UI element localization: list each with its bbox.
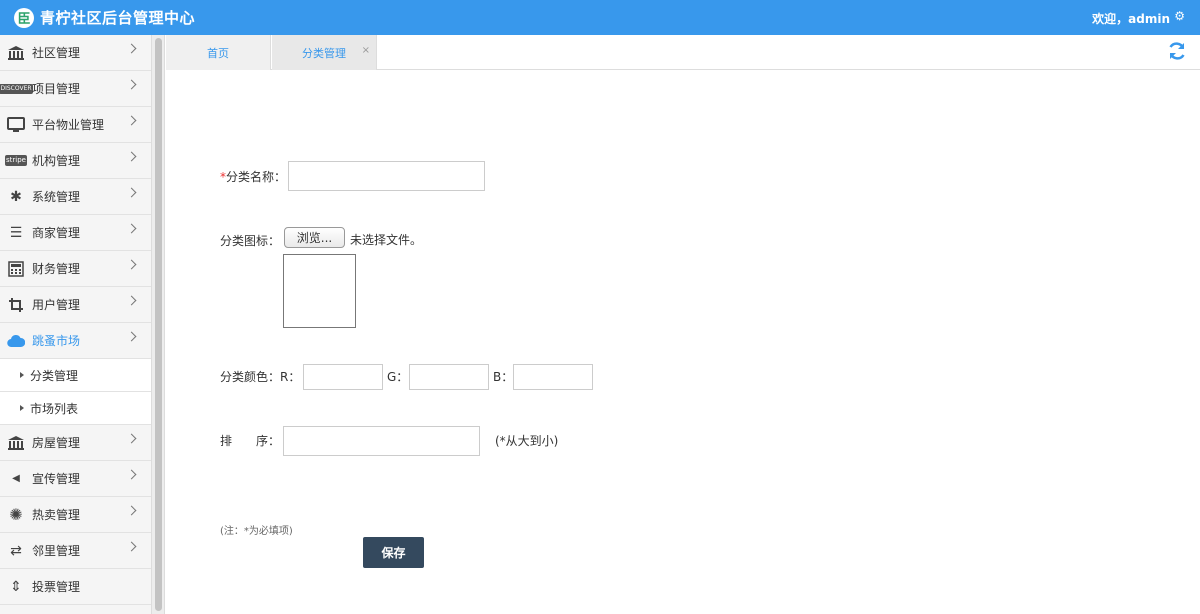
sort-order-label: 排 序：	[220, 434, 281, 448]
caret-right-icon	[20, 372, 24, 378]
sidebar-item-merchant[interactable]: ☰ 商家管理	[0, 215, 151, 251]
sidebar-item-community[interactable]: 社区管理	[0, 35, 151, 71]
sidebar-item-label: 邻里管理	[32, 544, 81, 558]
chevron-right-icon	[126, 115, 137, 126]
tab-home[interactable]: 首页	[166, 35, 271, 70]
sort-icon: ⇕	[10, 578, 22, 595]
sidebar-item-label: 社区管理	[32, 46, 81, 60]
sidebar-item-label: 投票管理	[32, 580, 81, 594]
chevron-right-icon	[126, 79, 137, 90]
chevron-right-icon	[126, 331, 137, 342]
yelp-icon: ✱	[10, 188, 22, 205]
sidebar-item-finance[interactable]: 财务管理	[0, 251, 151, 287]
volume-icon: ◀	[12, 473, 20, 484]
save-button[interactable]: 保存	[363, 537, 424, 568]
category-color-label: 分类颜色：R：	[220, 370, 301, 384]
sidebar-subitem-label: 分类管理	[30, 368, 79, 383]
close-icon[interactable]: ×	[362, 45, 370, 56]
welcome-user[interactable]: 欢迎，admin	[1092, 10, 1170, 27]
sidebar-subitem-market-list[interactable]: 市场列表	[0, 392, 151, 425]
category-form: *分类名称： 分类图标： 浏览... 未选择文件。 分类颜色：R： G： B： …	[166, 71, 1200, 614]
chevron-right-icon	[126, 151, 137, 162]
tab-bar: 首页 分类管理 ×	[166, 35, 1200, 70]
sidebar-item-system[interactable]: ✱ 系统管理	[0, 179, 151, 215]
sidebar-item-promotion[interactable]: ◀ 宣传管理	[0, 461, 151, 497]
caret-right-icon	[20, 405, 24, 411]
chevron-right-icon	[126, 505, 137, 516]
sidebar-item-label: 跳蚤市场	[32, 334, 81, 348]
app-title: 青柠社区后台管理中心	[40, 9, 196, 27]
chevron-right-icon	[126, 433, 137, 444]
sidebar-item-label: 用户管理	[32, 298, 81, 312]
bank-icon	[6, 433, 26, 453]
sidebar-item-label: 项目管理	[32, 82, 81, 96]
refresh-icon[interactable]	[1167, 41, 1187, 66]
sidebar-item-label: 系统管理	[32, 190, 81, 204]
sidebar-item-flea-market[interactable]: 跳蚤市场	[0, 323, 151, 359]
sort-order-hint: (*从大到小)	[495, 434, 559, 448]
color-r-input[interactable]	[303, 364, 383, 390]
top-header: ⾂ 青柠社区后台管理中心 欢迎，admin ⚙	[0, 0, 1200, 35]
calculator-icon	[6, 259, 26, 279]
chevron-right-icon	[126, 541, 137, 552]
category-name-input[interactable]	[288, 161, 485, 191]
sidebar-item-label: 宣传管理	[32, 472, 81, 486]
sidebar-item-label: 房屋管理	[32, 436, 81, 450]
sidebar-item-label: 热卖管理	[32, 508, 81, 522]
chevron-right-icon	[126, 295, 137, 306]
required-note: (注：*为必填项)	[220, 526, 293, 537]
stripe-icon: stripe	[5, 155, 27, 166]
scrollbar-thumb[interactable]	[155, 38, 162, 611]
color-b-input[interactable]	[513, 364, 593, 390]
category-name-label: *分类名称：	[220, 170, 287, 184]
gear-icon[interactable]: ⚙	[1174, 9, 1185, 23]
sidebar-item-organization[interactable]: stripe 机构管理	[0, 143, 151, 179]
monitor-icon	[6, 115, 26, 135]
sidebar-item-label: 财务管理	[32, 262, 81, 276]
card-icon: DISCOVER	[0, 83, 33, 94]
category-icon-label: 分类图标：	[220, 234, 281, 248]
chevron-right-icon	[126, 223, 137, 234]
sidebar-item-property[interactable]: 平台物业管理	[0, 107, 151, 143]
chevron-right-icon	[126, 259, 137, 270]
sidebar-scrollbar[interactable]	[152, 35, 165, 614]
menu-icon: ☰	[9, 224, 23, 241]
sidebar-item-users[interactable]: 用户管理	[0, 287, 151, 323]
sidebar-item-label: 机构管理	[32, 154, 81, 168]
sidebar-item-housing[interactable]: 房屋管理	[0, 425, 151, 461]
logo-icon: ⾂	[14, 7, 34, 28]
cloud-icon	[6, 331, 26, 351]
bank-icon	[6, 43, 26, 63]
crop-icon	[6, 295, 26, 315]
sidebar-item-hot-sale[interactable]: ✺ 热卖管理	[0, 497, 151, 533]
sidebar-item-vote[interactable]: ⇕ 投票管理	[0, 569, 151, 605]
no-file-selected-text: 未选择文件。	[350, 233, 423, 247]
sidebar-subitem-category[interactable]: 分类管理	[0, 359, 151, 392]
sidebar-item-project[interactable]: DISCOVER 项目管理	[0, 71, 151, 107]
chevron-right-icon	[126, 43, 137, 54]
chevron-right-icon	[126, 469, 137, 480]
sidebar-item-label: 商家管理	[32, 226, 81, 240]
tab-label: 首页	[207, 46, 229, 60]
color-b-label: B：	[493, 370, 514, 384]
tab-category-management[interactable]: 分类管理 ×	[272, 35, 377, 70]
color-g-label: G：	[387, 370, 409, 384]
sort-order-input[interactable]	[283, 426, 480, 456]
sidebar-item-label: 平台物业管理	[32, 118, 105, 132]
chevron-right-icon	[126, 187, 137, 198]
retweet-icon: ⇄	[10, 542, 22, 559]
sun-icon: ✺	[9, 505, 23, 524]
icon-preview	[283, 254, 356, 328]
sidebar-item-neighbor[interactable]: ⇄ 邻里管理	[0, 533, 151, 569]
sidebar-subitem-label: 市场列表	[30, 401, 79, 416]
tab-label: 分类管理	[302, 46, 346, 60]
sidebar: 社区管理 DISCOVER 项目管理 平台物业管理 stripe 机构管理 ✱ …	[0, 35, 152, 614]
color-g-input[interactable]	[409, 364, 489, 390]
browse-button[interactable]: 浏览...	[284, 227, 345, 248]
